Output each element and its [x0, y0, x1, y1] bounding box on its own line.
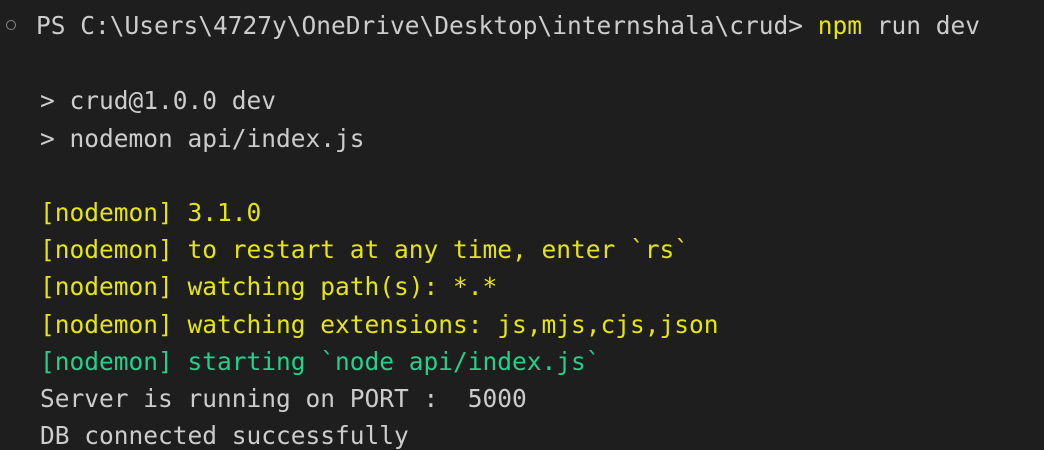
- prompt-path: PS C:\Users\4727y\OneDrive\Desktop\inter…: [36, 11, 818, 40]
- nodemon-line: [nodemon] starting `node api/index.js`: [40, 346, 601, 378]
- output-line: DB connected successfully: [40, 421, 409, 450]
- nodemon-tag: [nodemon]: [40, 235, 173, 264]
- script-line: > nodemon api/index.js: [40, 124, 365, 153]
- output-line: Server is running on PORT : 5000: [40, 384, 527, 413]
- nodemon-text: starting `node api/index.js`: [172, 347, 601, 376]
- nodemon-line: [nodemon] watching extensions: js,mjs,cj…: [40, 309, 719, 341]
- nodemon-text: watching extensions: js,mjs,cjs,json: [172, 310, 719, 339]
- nodemon-line: [nodemon] 3.1.0: [40, 197, 261, 229]
- terminal-panel[interactable]: PS C:\Users\4727y\OneDrive\Desktop\inter…: [0, 0, 1044, 450]
- nodemon-text: watching path(s): *.*: [172, 272, 498, 301]
- nodemon-tag: [nodemon]: [40, 310, 173, 339]
- nodemon-line: [nodemon] watching path(s): *.*: [40, 271, 497, 303]
- nodemon-text: to restart at any time, enter `rs`: [172, 235, 690, 264]
- nodemon-text: 3.1.0: [172, 198, 262, 227]
- nodemon-tag: [nodemon]: [40, 347, 173, 376]
- nodemon-line: [nodemon] to restart at any time, enter …: [40, 234, 689, 266]
- prompt-command: npm: [817, 11, 863, 40]
- nodemon-tag: [nodemon]: [40, 272, 173, 301]
- prompt-args: run dev: [862, 11, 981, 40]
- nodemon-tag: [nodemon]: [40, 198, 173, 227]
- script-line: > crud@1.0.0 dev: [40, 86, 277, 115]
- command-status-circle-icon[interactable]: [6, 20, 16, 30]
- prompt-line: PS C:\Users\4727y\OneDrive\Desktop\inter…: [0, 10, 980, 42]
